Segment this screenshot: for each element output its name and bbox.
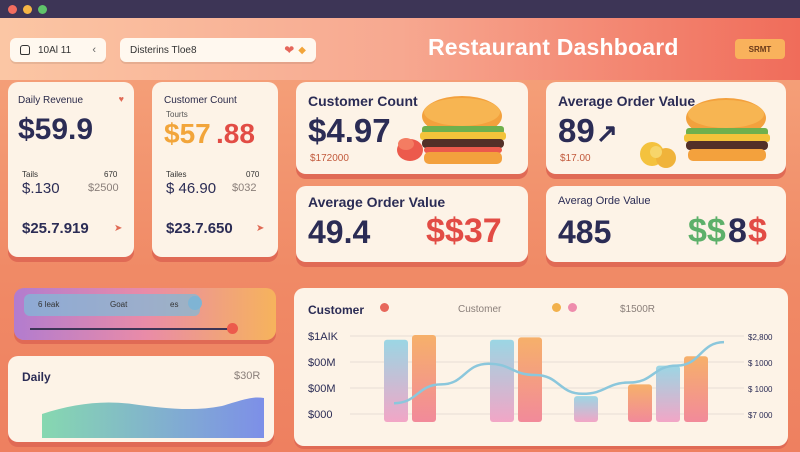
arrow-icon[interactable]: ➤ — [114, 223, 122, 234]
bar[interactable] — [684, 356, 708, 422]
customer-count-card: Customer Count $4.97 $172000 — [296, 82, 528, 174]
slider-card: 6 leak Goat es — [14, 288, 276, 340]
card-title: Daily Revenue — [18, 95, 84, 106]
date-selector[interactable]: 10Al 11 ‹ — [10, 38, 106, 62]
heart-icon: ♥ — [118, 94, 124, 104]
tag-icon: ◆ — [298, 44, 306, 56]
aov-bottom-card: Average Order Value 49.4 $$37 — [296, 186, 528, 262]
maximize-window-button[interactable] — [38, 4, 47, 14]
value-left: $57 — [164, 118, 211, 149]
row-label: Tailes — [166, 170, 187, 179]
sub-right: $032 — [232, 182, 257, 194]
value-right: .88 — [216, 118, 255, 149]
customer-count-sub: $172000 — [310, 153, 349, 164]
filter-toggle-knob[interactable] — [188, 296, 202, 310]
sub-value: $.130 — [22, 180, 60, 197]
y-tick-label: $00M — [308, 357, 336, 369]
slider-track[interactable] — [30, 328, 230, 330]
customer-bar-chart: $1AIK $2,800 $00M $ 1000 $00M $ 1000 $000 $7 00… — [308, 331, 773, 422]
trend-icon: ↗ — [596, 118, 618, 148]
row-label: Tails — [22, 170, 39, 179]
bar[interactable] — [384, 339, 408, 422]
sub-right: $2500 — [88, 182, 119, 194]
y-tick-label-right: $ 1000 — [748, 385, 773, 394]
filter-tab-label[interactable]: Goat — [110, 300, 127, 309]
bar[interactable] — [574, 396, 598, 422]
row-value: 670 — [104, 170, 118, 179]
card-title: Average Order Value — [308, 194, 446, 210]
bar[interactable] — [490, 339, 514, 422]
customer-count-small-card: Customer Count Tourts $57 .88 Tailes 070… — [152, 82, 278, 257]
aov-accent-dark: 8 — [728, 212, 747, 250]
aov-value: 49.4 — [308, 214, 371, 250]
y-tick-label-right: $7 000 — [748, 411, 773, 420]
y-tick-label: $000 — [308, 409, 332, 421]
aov-small-value: 485 — [558, 214, 612, 250]
aov-sub: $17.00 — [560, 153, 591, 164]
bar[interactable] — [518, 337, 542, 422]
filter-tab-label[interactable]: es — [170, 300, 178, 309]
daily-right-value: $30R — [234, 370, 261, 382]
close-window-button[interactable] — [8, 4, 17, 14]
bar[interactable] — [656, 365, 680, 422]
y-tick-label: $00M — [308, 383, 336, 395]
daily-revenue-card: Daily Revenue ♥ $59.9 Tails 670 $.130 $2… — [8, 82, 134, 257]
daily-area-chart — [42, 397, 264, 438]
date-selector-text: 10Al 11 — [38, 44, 72, 56]
y-tick-label: $1AIK — [308, 331, 339, 343]
aov-value: 89 — [558, 112, 595, 149]
bar[interactable] — [412, 335, 436, 422]
minimize-window-button[interactable] — [23, 4, 32, 14]
footer-value: $25.7.919 — [22, 220, 89, 237]
aov-top-card: Average Order Value 89 ↗ $17.00 — [546, 82, 786, 174]
y-tick-label-right: $ 1000 — [748, 359, 773, 368]
card-title: Customer Count — [164, 95, 237, 106]
home-icon — [20, 45, 30, 55]
burger-fries-illustration — [640, 98, 770, 168]
footer-value: $23.7.650 — [166, 220, 233, 237]
page-title: Restaurant Dashboard — [428, 34, 679, 60]
y-tick-label-right: $2,800 — [748, 333, 773, 342]
heart-icon: ❤ — [284, 43, 295, 57]
search-field[interactable]: Disterins Tloe8 ❤ ◆ — [120, 38, 316, 62]
burger-illustration — [397, 96, 506, 164]
window-titlebar — [0, 0, 800, 18]
arrow-icon[interactable]: ➤ — [256, 223, 264, 234]
card-title: Daily — [22, 370, 51, 384]
filter-tab-label[interactable]: 6 leak — [38, 300, 59, 309]
aov-small-card: Averag Orde Value 485 $$ 8 $ — [546, 186, 786, 262]
search-field-text: Disterins Tloe8 — [130, 44, 197, 56]
start-button[interactable]: SRMT — [735, 39, 785, 59]
aov-accent-red: $ — [748, 212, 767, 250]
aov-accent-value: $$37 — [426, 212, 502, 250]
row-value: 070 — [246, 170, 260, 179]
bar[interactable] — [628, 384, 652, 422]
revenue-value: $59.9 — [18, 113, 94, 146]
daily-card: Daily $30R — [8, 356, 274, 442]
chevron-left-icon: ‹ — [92, 44, 96, 56]
card-title: Averag Orde Value — [558, 195, 651, 207]
aov-accent-green: $$ — [688, 212, 726, 250]
sub-value: $ 46.90 — [166, 180, 217, 197]
slider-handle[interactable] — [227, 323, 238, 334]
customer-count-value: $4.97 — [308, 112, 391, 149]
